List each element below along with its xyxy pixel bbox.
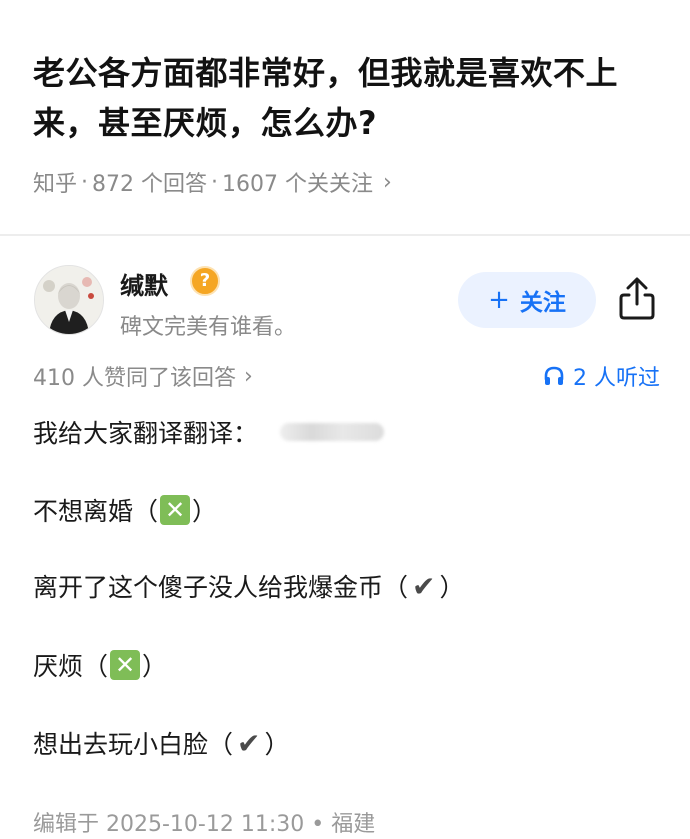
author-name[interactable]: 缄默 (120, 266, 168, 301)
question-meta[interactable]: 知乎 · 872 个回答 · 1607 个关关注 › (33, 166, 392, 198)
answer-text: 我给大家翻译翻译： (33, 419, 259, 448)
listened-text: 2 人听过 (573, 366, 660, 391)
answer-text: 不想离婚 (33, 497, 134, 526)
avatar[interactable] (34, 265, 104, 335)
answer-line-3: 离开了这个傻子没人给我爆金币 （ ✔ ） (33, 568, 465, 604)
chevron-right-icon: › (383, 169, 392, 195)
answer-line-5: 想出去玩小白脸 （ ✔ ） (33, 725, 290, 761)
help-icon[interactable]: ? (190, 266, 220, 296)
answer-text: 离开了这个傻子没人给我爆金币 (33, 573, 384, 602)
source-label: 知乎 (33, 172, 78, 197)
answer-line-2: 不想离婚 （ ✕ ） (33, 492, 217, 528)
chevron-right-icon: › (244, 363, 253, 389)
share-icon[interactable] (617, 276, 657, 322)
paren-open: （ (133, 497, 159, 526)
meta-separator: · (81, 169, 89, 195)
plus-icon: + (488, 285, 510, 315)
paren-open: （ (83, 652, 109, 681)
paren-open: （ (383, 573, 409, 602)
blurred-text (280, 423, 385, 441)
paren-close: ） (142, 652, 168, 681)
answers-count: 872 个回答 (92, 172, 208, 197)
agree-text: 410 人赞同了该回答 (33, 366, 236, 391)
meta-separator: · (211, 169, 219, 195)
paren-open: （ (208, 730, 234, 759)
edit-timestamp: 编辑于 2025-10-12 11:30 • 福建 (33, 812, 376, 837)
answer-text: 想出去玩小白脸 (33, 730, 209, 759)
paren-close: ） (439, 573, 465, 602)
followers-count: 1607 个关关注 (222, 172, 373, 197)
check-mark-icon: ✔ (237, 726, 261, 760)
follow-label: 关注 (519, 290, 566, 316)
answer-line-4: 厌烦 （ ✕ ） (33, 647, 167, 683)
listened-count[interactable]: 2 人听过 (543, 360, 660, 392)
author-bio: 碑文完美有谁看。 (120, 315, 297, 340)
check-mark-icon: ✔ (412, 569, 436, 603)
paren-close: ） (264, 730, 290, 759)
cross-mark-icon: ✕ (160, 495, 191, 525)
answer-line-1: 我给大家翻译翻译： (33, 414, 385, 450)
follow-button[interactable]: + 关注 (458, 272, 596, 328)
headphones-icon (544, 366, 564, 385)
paren-close: ） (192, 497, 218, 526)
answer-text: 厌烦 (33, 652, 84, 681)
agree-count[interactable]: 410 人赞同了该回答 › (33, 360, 253, 392)
question-title[interactable]: 老公各方面都非常好，但我就是喜欢不上来，甚至厌烦，怎么办? (33, 48, 663, 148)
cross-mark-icon: ✕ (110, 650, 141, 680)
section-divider (0, 234, 690, 236)
